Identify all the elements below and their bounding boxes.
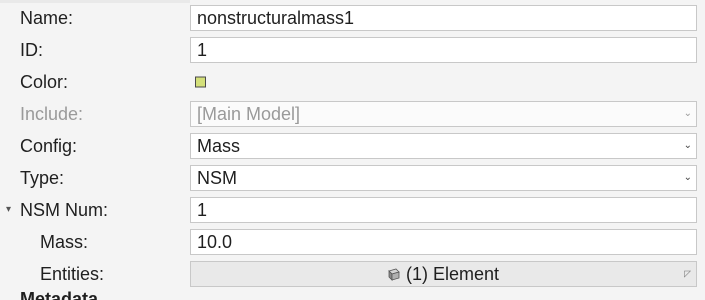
nsm-num-field[interactable]: 1 (190, 197, 697, 223)
color-row: Color: (0, 66, 705, 98)
type-select[interactable]: NSM ⌄ (190, 165, 697, 191)
chevron-down-icon: ⌄ (683, 108, 692, 119)
type-label: Type: (20, 168, 65, 188)
include-value: [Main Model] (197, 104, 301, 124)
type-value: NSM (197, 168, 237, 188)
name-label: Name: (20, 8, 74, 28)
name-row: Name: nonstructuralmass1 (0, 2, 705, 34)
entity-editor-panel: Name: nonstructuralmass1 ID: 1 Color: In… (0, 0, 705, 300)
color-swatch[interactable] (195, 76, 206, 88)
type-row: Type: NSM ⌄ (0, 162, 705, 194)
corner-indicator-icon: ◸ (684, 268, 691, 279)
element-icon (388, 268, 400, 281)
config-row: Config: Mass ⌄ (0, 130, 705, 162)
entities-row: Entities: (1) Element ◸ (0, 258, 705, 290)
nsm-num-label: NSM Num: (20, 200, 109, 220)
include-select: [Main Model] ⌄ (190, 101, 697, 127)
id-row: ID: 1 (0, 34, 705, 66)
id-field[interactable]: 1 (190, 37, 697, 63)
entities-selector-button[interactable]: (1) Element ◸ (190, 261, 697, 287)
mass-row: Mass: 10.0 (0, 226, 705, 258)
chevron-down-icon: ⌄ (683, 172, 692, 183)
config-select[interactable]: Mass ⌄ (190, 133, 697, 159)
include-label: Include: (20, 104, 84, 124)
mass-label: Mass: (40, 232, 89, 252)
config-value: Mass (197, 136, 241, 156)
include-row: Include: [Main Model] ⌄ (0, 98, 705, 130)
nsm-num-row: ▾ NSM Num: 1 (0, 194, 705, 226)
entities-content: (1) Element (388, 262, 499, 286)
id-label: ID: (20, 40, 44, 60)
config-label: Config: (20, 136, 78, 156)
mass-field[interactable]: 10.0 (190, 229, 697, 255)
entities-value: (1) Element (405, 264, 500, 284)
section-heading-metadata[interactable]: Metadata (20, 290, 98, 300)
name-field[interactable]: nonstructuralmass1 (190, 5, 697, 31)
expand-toggle-icon[interactable]: ▾ (6, 205, 11, 215)
color-label: Color: (20, 72, 69, 92)
chevron-down-icon: ⌄ (683, 140, 692, 151)
entities-label: Entities: (40, 264, 105, 284)
